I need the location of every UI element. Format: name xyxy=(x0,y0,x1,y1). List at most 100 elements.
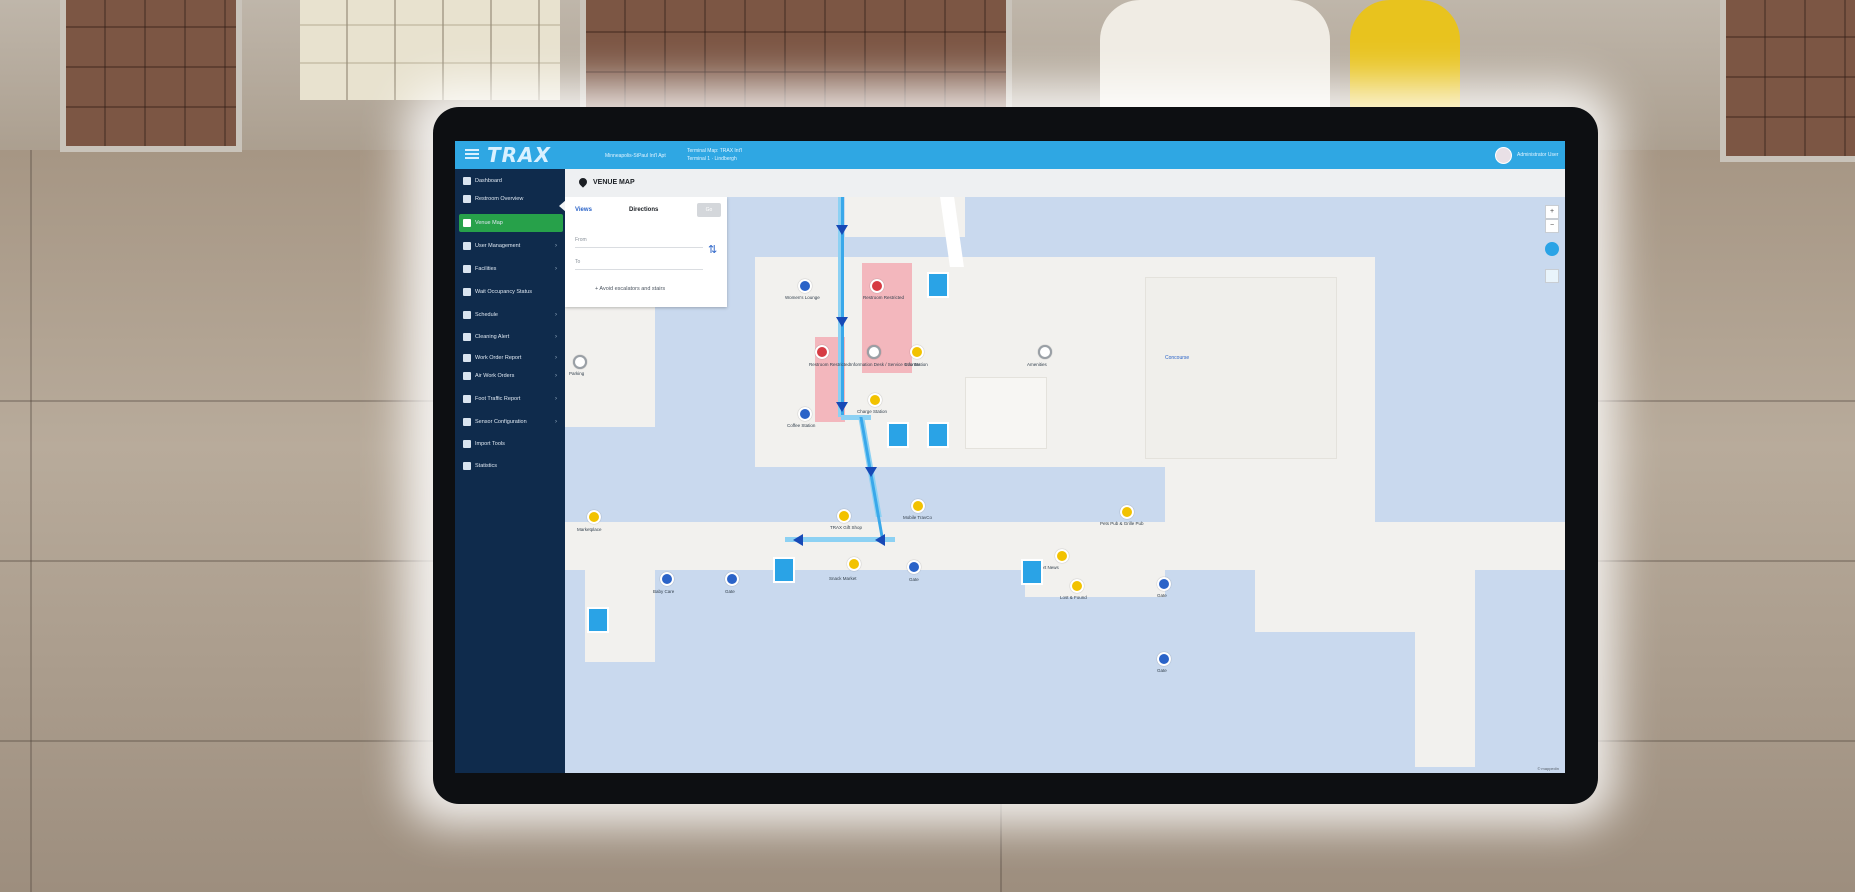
user-name[interactable]: Administrator User xyxy=(1517,152,1558,158)
floor-seam xyxy=(30,150,32,892)
sidebar-item-foot-traffic[interactable]: Foot Traffic Report › xyxy=(459,390,563,408)
amenity-poi[interactable] xyxy=(910,345,924,359)
kiosk-marker[interactable] xyxy=(1021,559,1043,585)
zoom-out-button[interactable]: − xyxy=(1545,219,1559,233)
sidebar-item-work-order-report[interactable]: Work Order Report › xyxy=(459,349,563,367)
gate-poi[interactable] xyxy=(1157,652,1171,666)
amenity-poi[interactable] xyxy=(868,393,882,407)
poi-label: Gate xyxy=(909,577,919,582)
avatar[interactable] xyxy=(1495,147,1512,164)
tab-views[interactable]: Views xyxy=(575,207,592,213)
sidebar-item-user-management[interactable]: User Management › xyxy=(459,237,563,255)
kiosk-marker[interactable] xyxy=(927,422,949,448)
tab-directions[interactable]: Directions xyxy=(629,207,658,213)
restroom-poi[interactable] xyxy=(798,407,812,421)
route-arrow-icon xyxy=(875,534,885,546)
locate-icon[interactable] xyxy=(1545,242,1559,256)
sidebar-item-wait-occupancy[interactable]: Wait Occupancy Status xyxy=(459,283,563,301)
chevron-right-icon: › xyxy=(555,396,557,402)
route-arrow-icon xyxy=(836,402,848,412)
wall-panel-left xyxy=(60,0,242,152)
sidebar-item-import-tools[interactable]: Import Tools xyxy=(459,435,563,453)
sidebar-item-facilities[interactable]: Facilities › xyxy=(459,260,563,278)
sidebar-item-label: Restroom Overview xyxy=(475,196,524,202)
poi-label: Restroom Restricted xyxy=(809,362,851,367)
info-poi[interactable] xyxy=(1038,345,1052,359)
logo-text: TRAX xyxy=(487,143,551,167)
gate-poi[interactable] xyxy=(1157,577,1171,591)
from-field[interactable]: From xyxy=(575,233,703,248)
traffic-icon xyxy=(463,395,471,403)
user-icon xyxy=(463,242,471,250)
kiosk-marker[interactable] xyxy=(927,272,949,298)
poi-label: Gate xyxy=(725,589,735,594)
hamburger-menu-icon[interactable] xyxy=(465,147,479,161)
food-poi[interactable] xyxy=(1120,505,1134,519)
sidebar-item-sensor-configuration[interactable]: Sensor Configuration › xyxy=(459,413,563,431)
page-title: VENUE MAP xyxy=(593,179,635,186)
restroom-poi[interactable] xyxy=(660,572,674,586)
sidebar-item-label: User Management xyxy=(475,243,521,249)
sidebar-item-label: Wait Occupancy Status xyxy=(475,289,532,295)
info-poi[interactable] xyxy=(867,345,881,359)
shop-poi[interactable] xyxy=(837,509,851,523)
client-name: Minneapolis-StPaul Int'l Apt xyxy=(605,153,666,159)
sidebar-item-label: Facilities xyxy=(475,266,497,272)
parking-poi[interactable] xyxy=(573,355,587,369)
to-field[interactable]: To xyxy=(575,255,703,270)
sidebar-item-label: Foot Traffic Report xyxy=(475,396,521,402)
gate-poi[interactable] xyxy=(907,560,921,574)
sidebar-item-label: Statistics xyxy=(475,463,498,469)
route-arrow-icon xyxy=(836,225,848,235)
sidebar-item-statistics[interactable]: Statistics xyxy=(459,457,563,475)
chevron-right-icon: › xyxy=(555,266,557,272)
restroom-poi[interactable] xyxy=(798,279,812,293)
chevron-right-icon: › xyxy=(555,334,557,340)
shop-poi[interactable] xyxy=(1055,549,1069,563)
poi-label: Amenities xyxy=(1027,362,1047,367)
restricted-poi[interactable] xyxy=(815,345,829,359)
kiosk-marker[interactable] xyxy=(587,607,609,633)
sidebar-item-venue-map[interactable]: Venue Map xyxy=(459,214,563,232)
poi-label: Baby Care xyxy=(653,589,675,594)
trax-logo[interactable]: TRAX xyxy=(487,143,583,167)
terminal-subtitle: Terminal 1 · Lindbergh xyxy=(687,156,737,162)
map-attribution: © mappedin xyxy=(1537,766,1559,771)
sidebar-item-label: Air Work Orders xyxy=(475,373,515,379)
chevron-right-icon: › xyxy=(555,243,557,249)
gate-area xyxy=(1255,532,1425,632)
shop-poi[interactable] xyxy=(1070,579,1084,593)
sidebar-item-schedule[interactable]: Schedule › xyxy=(459,306,563,324)
sidebar-item-air-work-orders[interactable]: Air Work Orders › xyxy=(459,367,563,385)
sidebar: Dashboard Restroom Overview Venue Map Us… xyxy=(455,169,565,773)
venue-map[interactable]: Women's Lounge Restroom Restricted Restr… xyxy=(565,197,1565,773)
avoid-stairs-toggle[interactable]: + Avoid escalators and stairs xyxy=(595,286,665,292)
restricted-poi[interactable] xyxy=(870,279,884,293)
sidebar-item-restroom-overview[interactable]: Restroom Overview xyxy=(459,190,563,208)
map-room xyxy=(965,377,1047,449)
shop-poi[interactable] xyxy=(911,499,925,513)
zoom-in-button[interactable]: + xyxy=(1545,205,1559,219)
go-button[interactable]: Go xyxy=(697,203,721,217)
kiosk-monitor: TRAX Minneapolis-StPaul Int'l Apt Termin… xyxy=(433,107,1598,804)
sidebar-item-label: Schedule xyxy=(475,312,498,318)
building-icon xyxy=(463,265,471,273)
sidebar-item-label: Venue Map xyxy=(475,220,503,226)
occupancy-icon xyxy=(463,288,471,296)
swap-icon[interactable]: ⇅ xyxy=(708,243,717,256)
gate-poi[interactable] xyxy=(725,572,739,586)
clock-icon xyxy=(463,311,471,319)
workorder-icon xyxy=(463,372,471,380)
sidebar-item-cleaning-alert[interactable]: Cleaning Alert › xyxy=(459,328,563,346)
kiosk-marker[interactable] xyxy=(773,557,795,583)
chevron-right-icon: › xyxy=(555,312,557,318)
food-poi[interactable] xyxy=(587,510,601,524)
gate-pier xyxy=(1415,527,1475,767)
report-icon xyxy=(463,354,471,362)
poi-label: Women's Lounge xyxy=(785,295,820,300)
sidebar-item-dashboard[interactable]: Dashboard xyxy=(459,172,563,190)
shop-poi[interactable] xyxy=(847,557,861,571)
layers-icon[interactable] xyxy=(1545,269,1559,283)
kiosk-marker[interactable] xyxy=(887,422,909,448)
sidebar-item-label: Work Order Report xyxy=(475,355,522,361)
